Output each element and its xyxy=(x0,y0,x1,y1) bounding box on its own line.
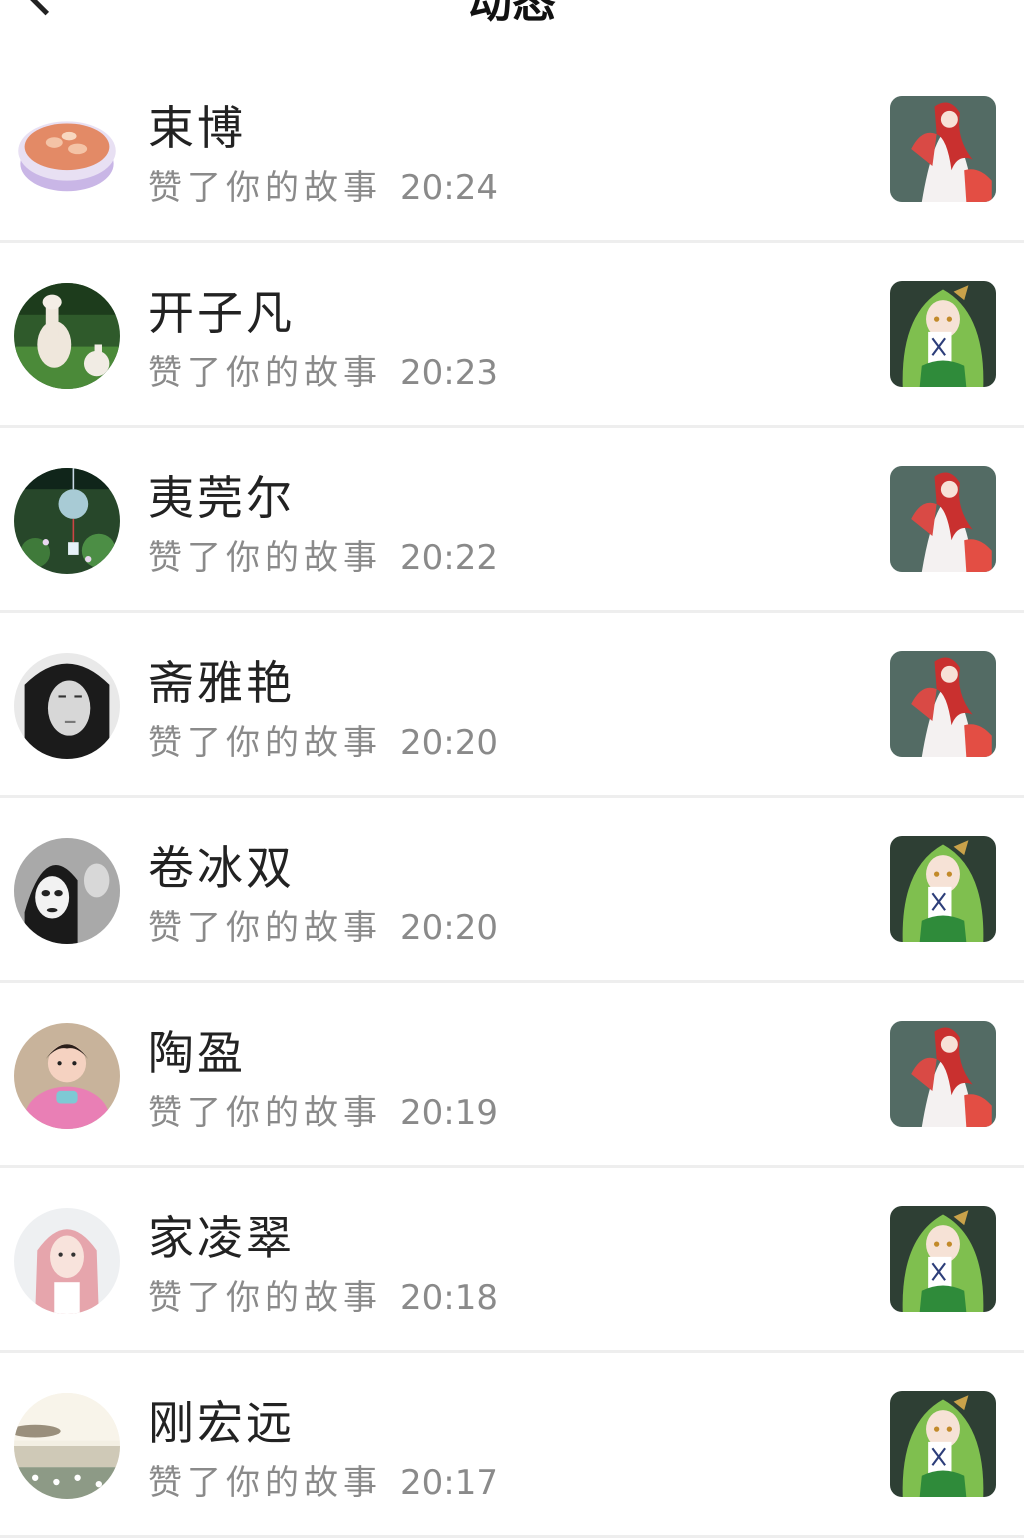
story-thumbnail[interactable] xyxy=(890,836,996,942)
user-name[interactable]: 开子凡 xyxy=(148,277,295,343)
action-text: 赞了你的故事 xyxy=(148,1463,382,1503)
list-item[interactable]: 夷莞尔 赞了你的故事 20:22 xyxy=(0,428,1024,613)
user-name[interactable]: 斋雅艳 xyxy=(148,647,295,713)
avatar[interactable] xyxy=(14,1023,120,1129)
action-text: 赞了你的故事 xyxy=(148,723,382,763)
action-text: 赞了你的故事 xyxy=(148,168,382,208)
user-name[interactable]: 卷冰双 xyxy=(148,832,295,898)
story-thumbnail[interactable] xyxy=(890,281,996,387)
story-thumbnail[interactable] xyxy=(890,1391,996,1497)
story-thumbnail[interactable] xyxy=(890,651,996,757)
user-name[interactable]: 束博 xyxy=(148,92,246,158)
avatar[interactable] xyxy=(14,1208,120,1314)
user-name[interactable]: 陶盈 xyxy=(148,1017,246,1083)
timestamp: 20:19 xyxy=(400,1093,498,1133)
timestamp: 20:22 xyxy=(400,538,498,578)
list-item[interactable]: 斋雅艳 赞了你的故事 20:20 xyxy=(0,613,1024,798)
timestamp: 20:17 xyxy=(400,1463,498,1503)
timestamp: 20:24 xyxy=(400,168,498,208)
activity-line: 赞了你的故事 20:18 xyxy=(148,1270,498,1319)
avatar[interactable] xyxy=(14,98,120,204)
top-bar: 动态 xyxy=(0,0,1024,28)
activity-line: 赞了你的故事 20:17 xyxy=(148,1455,498,1504)
timestamp: 20:20 xyxy=(400,723,498,763)
activity-line: 赞了你的故事 20:24 xyxy=(148,160,498,209)
page-title: 动态 xyxy=(468,0,556,28)
activity-line: 赞了你的故事 20:20 xyxy=(148,900,498,949)
action-text: 赞了你的故事 xyxy=(148,908,382,948)
activity-line: 赞了你的故事 20:23 xyxy=(148,345,498,394)
user-name[interactable]: 夷莞尔 xyxy=(148,462,295,528)
user-name[interactable]: 家凌翠 xyxy=(148,1202,295,1268)
list-item[interactable]: 开子凡 赞了你的故事 20:23 xyxy=(0,243,1024,428)
list-item[interactable]: 刚宏远 赞了你的故事 20:17 xyxy=(0,1353,1024,1538)
list-item[interactable]: 家凌翠 赞了你的故事 20:18 xyxy=(0,1168,1024,1353)
list-item[interactable]: 陶盈 赞了你的故事 20:19 xyxy=(0,983,1024,1168)
action-text: 赞了你的故事 xyxy=(148,1093,382,1133)
list-item[interactable]: 束博 赞了你的故事 20:24 xyxy=(0,58,1024,243)
action-text: 赞了你的故事 xyxy=(148,538,382,578)
story-thumbnail[interactable] xyxy=(890,466,996,572)
avatar[interactable] xyxy=(14,1393,120,1499)
story-thumbnail[interactable] xyxy=(890,96,996,202)
action-text: 赞了你的故事 xyxy=(148,1278,382,1318)
notification-list: 束博 赞了你的故事 20:24 开子凡 赞了你的故事 20:23 夷莞尔 赞了你的故… xyxy=(0,58,1024,1538)
action-text: 赞了你的故事 xyxy=(148,353,382,393)
avatar[interactable] xyxy=(14,838,120,944)
activity-line: 赞了你的故事 20:22 xyxy=(148,530,498,579)
list-item[interactable]: 卷冰双 赞了你的故事 20:20 xyxy=(0,798,1024,983)
timestamp: 20:20 xyxy=(400,908,498,948)
avatar[interactable] xyxy=(14,283,120,389)
story-thumbnail[interactable] xyxy=(890,1021,996,1127)
avatar[interactable] xyxy=(14,653,120,759)
story-thumbnail[interactable] xyxy=(890,1206,996,1312)
timestamp: 20:18 xyxy=(400,1278,498,1318)
user-name[interactable]: 刚宏远 xyxy=(148,1387,295,1453)
avatar[interactable] xyxy=(14,468,120,574)
timestamp: 20:23 xyxy=(400,353,498,393)
activity-line: 赞了你的故事 20:19 xyxy=(148,1085,498,1134)
activity-line: 赞了你的故事 20:20 xyxy=(148,715,498,764)
